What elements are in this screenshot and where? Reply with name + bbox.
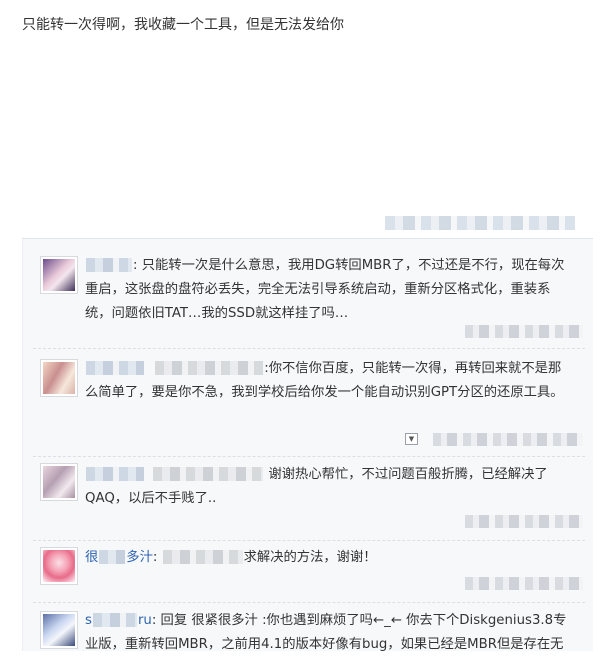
reply-quote-obscured <box>153 467 264 481</box>
reply-item: : 只能转一次是什么意思，我用DG转回MBR了，不过还是不行，现在每次重启，这张… <box>23 239 593 349</box>
reply-text: : 回复 很紧很多汁 :你也遇到麻烦了吗←_← 你去下个Diskgenius3.… <box>85 613 567 652</box>
reply-meta <box>465 577 583 590</box>
main-post-meta <box>385 216 575 230</box>
avatar[interactable] <box>40 256 78 294</box>
username-obscured[interactable] <box>92 613 137 627</box>
avatar-image <box>43 550 75 582</box>
username-obscured[interactable] <box>86 361 144 375</box>
username-obscured[interactable] <box>99 550 126 564</box>
reply-meta <box>433 433 583 446</box>
avatar[interactable] <box>40 547 78 585</box>
reply-quote-obscured <box>162 550 243 564</box>
avatar-image <box>43 259 75 291</box>
reply-quote-obscured <box>155 361 264 375</box>
username-end[interactable]: 多汁 <box>126 550 153 565</box>
main-post-text: 只能转一次得啊，我收藏一个工具，但是无法发给你 <box>22 17 344 33</box>
reply-text-block: 很多汁: 求解决的方法，谢谢！ <box>85 550 377 565</box>
reply-text-block: : 只能转一次是什么意思，我用DG转回MBR了，不过还是不行，现在每次重启，这张… <box>85 254 573 326</box>
username-start[interactable]: 很 <box>85 550 98 565</box>
reply-meta <box>465 325 583 338</box>
reply-item: 很多汁: 求解决的方法，谢谢！ <box>23 541 593 603</box>
reply-item: s ru: 回复 很紧很多汁 :你也遇到麻烦了吗←_← 你去下个Diskgeniu… <box>23 603 593 652</box>
avatar[interactable] <box>40 611 78 649</box>
reply-item: 谢谢热心帮忙，不过问题百般折腾，已经解决了QAQ，以后不手贱了.. <box>23 457 593 541</box>
reply-text: 求解决的方法，谢谢！ <box>243 550 377 565</box>
reply-text: : 只能转一次是什么意思，我用DG转回MBR了，不过还是不行，现在每次重启，这张… <box>85 258 565 321</box>
avatar-image <box>43 362 75 394</box>
avatar-image <box>43 614 75 646</box>
reply-meta <box>465 515 583 528</box>
username-obscured[interactable] <box>86 258 132 272</box>
reply-text-block: :你不信你百度，只能转一次得，再转回来就不是那么简单了，要是你不急，我到学校后给… <box>85 357 573 405</box>
avatar-image <box>43 466 75 498</box>
avatar[interactable] <box>40 463 78 501</box>
avatar[interactable] <box>40 359 78 397</box>
reply-text-block: 谢谢热心帮忙，不过问题百般折腾，已经解决了QAQ，以后不手贱了.. <box>85 463 573 511</box>
reply-list: : 只能转一次是什么意思，我用DG转回MBR了，不过还是不行，现在每次重启，这张… <box>22 238 593 652</box>
reply-item: :你不信你百度，只能转一次得，再转回来就不是那么简单了，要是你不急，我到学校后给… <box>23 349 593 457</box>
dropdown-arrow-icon[interactable]: ▼ <box>405 433 418 445</box>
username-end[interactable]: ru <box>138 613 152 628</box>
username-obscured[interactable] <box>86 467 144 481</box>
username-start[interactable]: s <box>85 613 92 628</box>
